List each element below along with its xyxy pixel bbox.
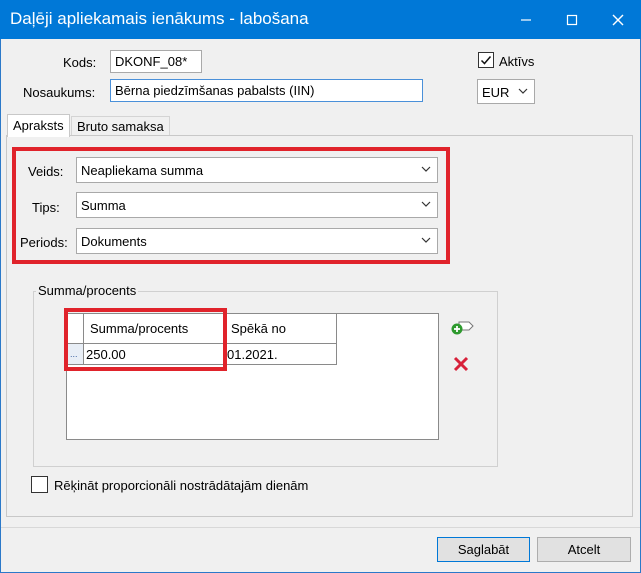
nosaukums-field[interactable]: Bērna piedzīmšanas pabalsts (IIN) <box>110 79 423 102</box>
maximize-icon <box>566 14 578 25</box>
kods-label: Kods: <box>63 55 97 70</box>
delete-icon <box>453 356 469 372</box>
close-button[interactable] <box>595 0 641 39</box>
tab-apraksts[interactable]: Apraksts <box>7 114 70 137</box>
add-row-button[interactable] <box>450 319 474 337</box>
column-header-speka-no[interactable]: Spēkā no <box>227 314 337 344</box>
kods-field[interactable]: DKONF_08* <box>110 50 202 73</box>
close-icon <box>612 14 624 25</box>
add-icon <box>451 321 474 335</box>
highlight-summa-box <box>64 308 227 371</box>
footer-divider <box>1 527 640 528</box>
cell-speka-no[interactable]: 01.2021. <box>227 344 337 365</box>
delete-row-button[interactable] <box>453 356 469 372</box>
currency-select[interactable]: EUR <box>477 79 535 104</box>
proportional-label: Rēķināt proporcionāli nostrādātajām dien… <box>54 478 309 493</box>
tab-bruto-samaksa[interactable]: Bruto samaksa <box>71 116 170 136</box>
currency-value: EUR <box>482 85 510 100</box>
nosaukums-label: Nosaukums: <box>23 85 96 100</box>
cancel-button[interactable]: Atcelt <box>537 537 631 562</box>
checkmark-icon <box>480 56 492 65</box>
dialog-body: Kods: DKONF_08* Aktīvs Nosaukums: Bērna … <box>0 39 641 573</box>
proportional-checkbox[interactable] <box>31 476 48 493</box>
maximize-button[interactable] <box>549 0 595 39</box>
highlight-fields-box <box>12 147 450 264</box>
save-button[interactable]: Saglabāt <box>437 537 530 562</box>
aktivs-label: Aktīvs <box>499 54 535 69</box>
window-title: Daļēji apliekamais ienākums - labošana <box>10 9 309 28</box>
chevron-down-icon <box>518 88 528 94</box>
title-bar: Daļēji apliekamais ienākums - labošana <box>0 0 641 39</box>
minimize-icon <box>521 18 531 21</box>
summa-group-title: Summa/procents <box>36 283 139 298</box>
minimize-button[interactable] <box>503 0 549 39</box>
aktivs-checkbox[interactable] <box>478 52 494 68</box>
